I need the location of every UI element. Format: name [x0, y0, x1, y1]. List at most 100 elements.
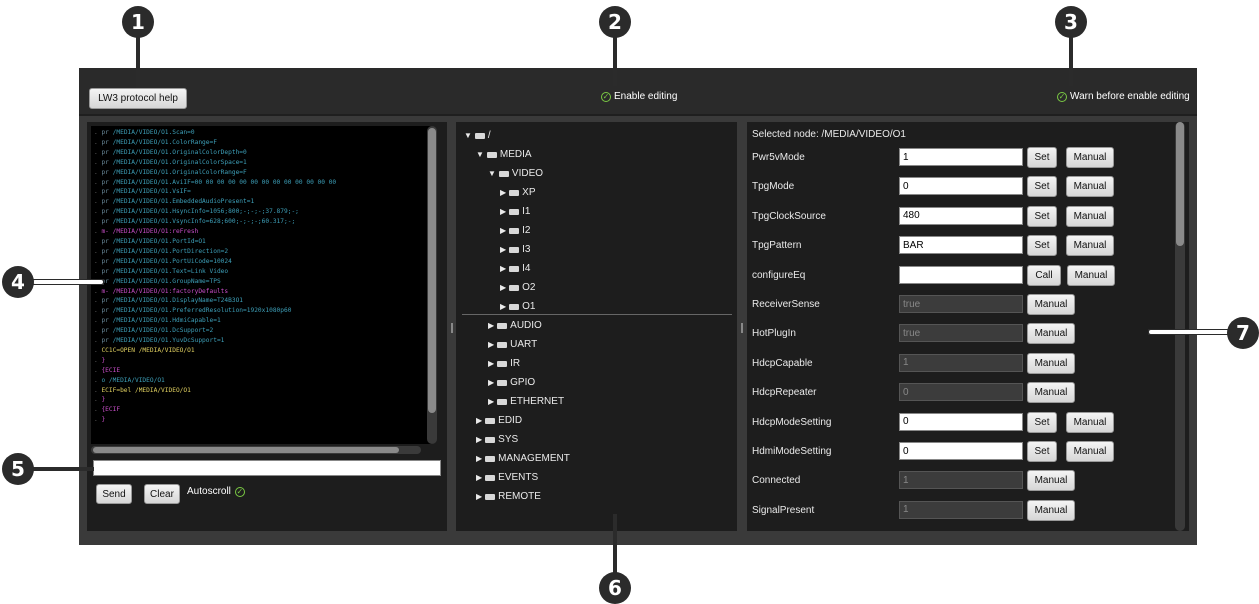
tree-node-root[interactable]: ▼ / [464, 130, 491, 141]
scrollbar-thumb[interactable] [93, 447, 399, 453]
manual-button[interactable]: Manual [1027, 470, 1075, 492]
set-button[interactable]: Set [1027, 176, 1057, 198]
property-value-field[interactable]: 0 [899, 177, 1023, 196]
property-value-field[interactable] [899, 265, 1023, 284]
call-button[interactable]: Call [1027, 264, 1061, 286]
tree-node-management[interactable]: ▶ MANAGEMENT [476, 453, 570, 464]
collapsed-triangle-icon[interactable]: ▶ [500, 283, 506, 292]
tree-node-gpio[interactable]: ▶ GPIO [488, 377, 535, 388]
tree-node-audio[interactable]: ▶ AUDIO [488, 320, 542, 331]
property-value-field[interactable]: 1 [899, 148, 1023, 166]
autoscroll-toggle[interactable]: Autoscroll ✓ [187, 486, 248, 497]
manual-button[interactable]: Manual [1027, 352, 1075, 374]
collapsed-triangle-icon[interactable]: ▶ [500, 245, 506, 254]
collapsed-triangle-icon[interactable]: ▶ [476, 435, 482, 444]
tree-node-remote[interactable]: ▶ REMOTE [476, 491, 541, 502]
folder-icon [485, 455, 496, 462]
manual-button[interactable]: Manual [1027, 323, 1075, 345]
manual-button[interactable]: Manual [1066, 411, 1114, 433]
manual-button[interactable]: Manual [1066, 176, 1114, 198]
property-name: Pwr5vMode [752, 152, 805, 163]
terminal-vertical-scrollbar[interactable] [427, 126, 437, 444]
collapsed-triangle-icon[interactable]: ▶ [476, 473, 482, 482]
lw3-protocol-help-button[interactable]: LW3 protocol help [89, 88, 187, 109]
collapsed-triangle-icon[interactable]: ▶ [488, 359, 494, 368]
check-icon: ✓ [1057, 91, 1067, 102]
tree-node-events[interactable]: ▶ EVENTS [476, 472, 538, 483]
set-button[interactable]: Set [1027, 441, 1057, 462]
enable-editing-toggle[interactable]: ✓ Enable editing [601, 91, 677, 102]
properties-vertical-scrollbar[interactable] [1175, 122, 1185, 531]
expanded-triangle-icon[interactable]: ▼ [464, 131, 472, 140]
set-button[interactable]: Set [1027, 205, 1057, 227]
collapsed-triangle-icon[interactable]: ▶ [500, 226, 506, 235]
tree-node-sys[interactable]: ▶ SYS [476, 434, 518, 445]
tree-node-label: UART [510, 339, 538, 350]
manual-button[interactable]: Manual [1067, 264, 1115, 286]
tree-node-ir[interactable]: ▶ IR [488, 358, 520, 369]
splitter-handle[interactable] [451, 323, 453, 333]
property-value-field[interactable]: 480 [899, 206, 1023, 225]
clear-button[interactable]: Clear [144, 484, 180, 504]
property-name: TpgClockSource [752, 210, 826, 222]
collapsed-triangle-icon[interactable]: ▶ [500, 264, 506, 273]
collapsed-triangle-icon[interactable]: ▶ [488, 397, 494, 406]
tree-node-o2[interactable]: ▶ O2 [500, 282, 536, 293]
folder-icon [485, 417, 496, 424]
terminal-horizontal-scrollbar[interactable] [91, 446, 421, 454]
tree-node-label: XP [522, 187, 536, 198]
set-button[interactable]: Set [1027, 147, 1057, 168]
tree-node-uart[interactable]: ▶ UART [488, 339, 537, 350]
collapsed-triangle-icon[interactable]: ▶ [476, 416, 482, 425]
command-input[interactable] [93, 460, 441, 476]
tree-node-edid[interactable]: ▶ EDID [476, 415, 522, 426]
property-value-field[interactable]: BAR [899, 236, 1023, 255]
set-button[interactable]: Set [1027, 411, 1057, 433]
tree-node-ethernet[interactable]: ▶ ETHERNET [488, 396, 564, 407]
tree-node-label: SYS [498, 434, 519, 445]
property-value-field[interactable]: 0 [899, 442, 1023, 460]
check-icon: ✓ [234, 486, 245, 497]
tree-node-label: MEDIA [499, 149, 532, 160]
terminal-line: . pr /MEDIA/VIDEO/O1.ColorRange=F [94, 138, 217, 146]
terminal-output[interactable]: . pr /MEDIA/VIDEO/O1.Scan=0 . pr /MEDIA/V… [91, 126, 433, 444]
manual-button[interactable]: Manual [1027, 294, 1075, 315]
tree-node-i2[interactable]: ▶ I2 [500, 225, 531, 236]
collapsed-triangle-icon[interactable]: ▶ [488, 340, 494, 349]
splitter-handle[interactable] [741, 323, 743, 333]
property-value-field[interactable]: 0 [899, 412, 1023, 431]
scrollbar-thumb[interactable] [428, 128, 436, 413]
manual-button[interactable]: Manual [1027, 499, 1075, 521]
tree-node-i3[interactable]: ▶ I3 [500, 244, 531, 255]
scrollbar-thumb[interactable] [1176, 122, 1184, 246]
expanded-triangle-icon[interactable]: ▼ [476, 150, 484, 159]
tree-node-label: VIDEO [511, 168, 544, 179]
set-button[interactable]: Set [1027, 235, 1057, 257]
terminal-line: . pr /MEDIA/VIDEO/O1.OriginalColorRange=… [94, 168, 247, 176]
terminal-line: . CC1C=OPEN /MEDIA/VIDEO/O1 [94, 346, 195, 354]
collapsed-triangle-icon[interactable]: ▶ [500, 207, 506, 216]
tree-node-label: I1 [522, 206, 531, 217]
manual-button[interactable]: Manual [1066, 235, 1114, 257]
tree-node-i1[interactable]: ▶ I1 [500, 206, 531, 217]
terminal-panel: . pr /MEDIA/VIDEO/O1.Scan=0 . pr /MEDIA/V… [87, 122, 447, 531]
lw3-terminal-window: LW3 protocol help ✓ Enable editing ✓ War… [79, 68, 1197, 545]
folder-icon [497, 379, 508, 386]
manual-button[interactable]: Manual [1066, 147, 1114, 168]
manual-button[interactable]: Manual [1027, 382, 1075, 404]
collapsed-triangle-icon[interactable]: ▶ [488, 378, 494, 387]
collapsed-triangle-icon[interactable]: ▶ [500, 188, 506, 197]
collapsed-triangle-icon[interactable]: ▶ [488, 321, 494, 330]
manual-button[interactable]: Manual [1066, 205, 1114, 227]
collapsed-triangle-icon[interactable]: ▶ [476, 492, 482, 501]
tree-node-video[interactable]: ▼ VIDEO [488, 168, 543, 179]
expanded-triangle-icon[interactable]: ▼ [488, 169, 496, 178]
collapsed-triangle-icon[interactable]: ▶ [476, 454, 482, 463]
tree-node-xp[interactable]: ▶ XP [500, 187, 536, 198]
tree-node-media[interactable]: ▼ MEDIA [476, 149, 532, 160]
manual-button[interactable]: Manual [1066, 441, 1114, 462]
terminal-line: . pr /MEDIA/VIDEO/O1.PortId=O1 [94, 237, 206, 245]
send-button[interactable]: Send [96, 484, 132, 504]
warn-before-editing-toggle[interactable]: ✓ Warn before enable editing [1057, 91, 1190, 102]
tree-node-i4[interactable]: ▶ I4 [500, 263, 531, 274]
